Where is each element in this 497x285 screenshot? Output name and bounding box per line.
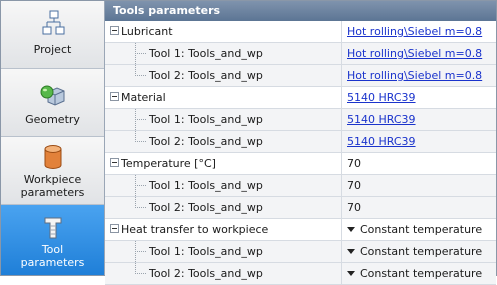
- tree-connector: [135, 251, 146, 252]
- tree-connector: [135, 75, 146, 76]
- tree-connector: [135, 53, 146, 54]
- tree-connector: [135, 207, 146, 208]
- sidebar-item-label: Workpiece: [23, 173, 82, 186]
- property-label: Material: [121, 91, 166, 104]
- property-label: Lubricant: [121, 25, 173, 38]
- panel-title: Tools parameters: [105, 1, 496, 21]
- property-label: Tool 2: Tools_and_wp: [149, 69, 263, 82]
- temperature-input[interactable]: 70: [341, 197, 496, 218]
- sidebar-item-workpiece-parameters[interactable]: Workpiece parameters: [1, 137, 104, 205]
- property-value-cell: Hot rolling\Siebel m=0.8: [341, 43, 496, 64]
- tree-row: Tool 1: Tools_and_wp 5140 HRC39: [105, 109, 496, 131]
- tree-row: Tool 2: Tools_and_wp 5140 HRC39: [105, 131, 496, 153]
- tree-connector: [135, 273, 146, 274]
- tree-connector: [135, 185, 146, 186]
- property-label: Tool 2: Tools_and_wp: [149, 267, 263, 280]
- dropdown-arrow-icon: [347, 249, 355, 254]
- material-link[interactable]: 5140 HRC39: [347, 91, 416, 104]
- heat-transfer-dropdown[interactable]: Constant temperature: [341, 263, 496, 284]
- property-value-cell: Hot rolling\Siebel m=0.8: [341, 21, 496, 42]
- sidebar-item-label: parameters: [20, 186, 85, 199]
- tree-row: Tool 2: Tools_and_wp Constant temperatur…: [105, 263, 496, 285]
- dropdown-arrow-icon: [347, 227, 355, 232]
- temperature-input[interactable]: 70: [341, 153, 496, 174]
- dropdown-value: Constant temperature: [360, 267, 483, 280]
- sidebar-item-geometry[interactable]: Geometry: [1, 69, 104, 137]
- sidebar-item-label: Tool: [41, 243, 64, 256]
- collapse-toggle-icon[interactable]: [110, 92, 119, 101]
- dropdown-value: Constant temperature: [360, 223, 483, 236]
- tree-row: Tool 1: Tools_and_wp Hot rolling\Siebel …: [105, 43, 496, 65]
- tree-row: Tool 2: Tools_and_wp Hot rolling\Siebel …: [105, 65, 496, 87]
- tree-row: Tool 2: Tools_and_wp 70: [105, 197, 496, 219]
- tree-row: Tool 1: Tools_and_wp 70: [105, 175, 496, 197]
- property-row-temperature: Temperature [°C] 70: [105, 153, 496, 175]
- property-label: Tool 1: Tools_and_wp: [149, 113, 263, 126]
- heat-transfer-dropdown[interactable]: Constant temperature: [341, 241, 496, 262]
- collapse-toggle-icon[interactable]: [110, 26, 119, 35]
- app-window: Project Geometry Workpiece parameters To…: [0, 0, 497, 285]
- property-label: Temperature [°C]: [121, 157, 216, 170]
- heat-transfer-dropdown[interactable]: Constant temperature: [341, 219, 496, 240]
- property-label: Tool 2: Tools_and_wp: [149, 135, 263, 148]
- sidebar: Project Geometry Workpiece parameters To…: [1, 1, 105, 275]
- lubricant-link[interactable]: Hot rolling\Siebel m=0.8: [347, 47, 482, 60]
- dropdown-arrow-icon: [347, 271, 355, 276]
- sidebar-item-label: parameters: [20, 256, 85, 269]
- tree-row: Tool 1: Tools_and_wp Constant temperatur…: [105, 241, 496, 263]
- project-icon: [1, 9, 104, 37]
- property-row-material: Material 5140 HRC39: [105, 87, 496, 109]
- sidebar-item-label: Project: [33, 43, 72, 56]
- tools-parameters-panel: Tools parameters Lubricant Hot rolling\S…: [105, 1, 496, 285]
- tool-icon: [1, 213, 104, 241]
- collapse-toggle-icon[interactable]: [110, 224, 119, 233]
- lubricant-link[interactable]: Hot rolling\Siebel m=0.8: [347, 69, 482, 82]
- property-row-heat-transfer: Heat transfer to workpiece Constant temp…: [105, 219, 496, 241]
- sidebar-item-tool-parameters[interactable]: Tool parameters: [1, 205, 104, 275]
- property-label: Tool 1: Tools_and_wp: [149, 179, 263, 192]
- sidebar-item-label: Geometry: [25, 113, 80, 126]
- collapse-toggle-icon[interactable]: [110, 158, 119, 167]
- material-link[interactable]: 5140 HRC39: [347, 135, 416, 148]
- property-label: Tool 1: Tools_and_wp: [149, 47, 263, 60]
- property-value-cell: 5140 HRC39: [341, 109, 496, 130]
- tree-connector: [135, 141, 146, 142]
- property-row-lubricant: Lubricant Hot rolling\Siebel m=0.8: [105, 21, 496, 43]
- property-label: Tool 2: Tools_and_wp: [149, 201, 263, 214]
- lubricant-link[interactable]: Hot rolling\Siebel m=0.8: [347, 25, 482, 38]
- property-value-cell: Hot rolling\Siebel m=0.8: [341, 65, 496, 86]
- material-link[interactable]: 5140 HRC39: [347, 113, 416, 126]
- dropdown-value: Constant temperature: [360, 245, 483, 258]
- geometry-icon: [1, 83, 104, 111]
- sidebar-item-project[interactable]: Project: [1, 1, 104, 69]
- tree-connector: [135, 119, 146, 120]
- workpiece-icon: [1, 143, 104, 171]
- property-value-cell: 5140 HRC39: [341, 131, 496, 152]
- temperature-input[interactable]: 70: [341, 175, 496, 196]
- property-label: Tool 1: Tools_and_wp: [149, 245, 263, 258]
- property-label: Heat transfer to workpiece: [121, 223, 269, 236]
- property-value-cell: 5140 HRC39: [341, 87, 496, 108]
